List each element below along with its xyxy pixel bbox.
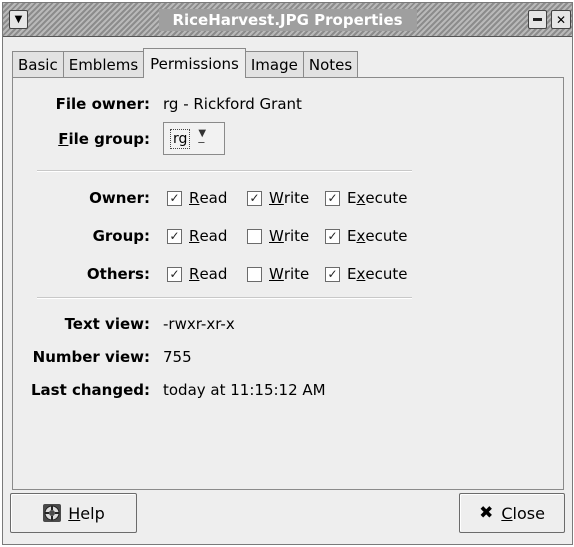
owner-execute-checkbox[interactable]: ✓ Ex ecute [325,189,407,207]
mnemonic: W [269,265,284,283]
checkbox-label: rite [283,189,310,207]
number-view-value: 755 [163,348,192,366]
mnemonic: H [68,503,81,523]
tab-bar: Basic Emblems Permissions Image Notes [12,48,359,78]
tab-label: Image [250,56,298,74]
checkbox-label: rite [283,265,310,283]
checkmark-icon: ✓ [325,228,340,244]
help-button[interactable]: Help [10,493,137,533]
tab-label: Basic [18,56,58,74]
last-changed-label: Last changed: [30,381,150,399]
owner-write-checkbox[interactable]: ✓ Write [247,189,309,207]
tab-emblems[interactable]: Emblems [62,51,145,78]
checkbox-empty [247,228,262,244]
checkmark-icon: ✓ [325,190,340,206]
window-title: RiceHarvest.JPG Properties [158,9,417,31]
owner-read-checkbox[interactable]: ✓ Read [167,189,227,207]
checkbox-label: E [347,227,357,245]
chevron-down-icon: ▼ [14,13,23,25]
checkmark-icon: ✓ [167,228,182,244]
mnemonic: R [189,189,200,207]
properties-window: ▼ RiceHarvest.JPG Properties ✕ Basic Emb… [2,2,573,545]
label-rest: ile group: [68,130,150,148]
title-bar[interactable]: ▼ RiceHarvest.JPG Properties ✕ [3,3,572,37]
mnemonic: R [189,227,200,245]
others-read-checkbox[interactable]: ✓ Read [167,265,227,283]
checkbox-label: ead [199,227,228,245]
window-menu-button[interactable]: ▼ [9,10,28,29]
tab-image[interactable]: Image [244,51,304,78]
others-write-checkbox[interactable]: Write [247,265,309,283]
minimize-button[interactable] [528,10,547,29]
separator [37,170,412,172]
mnemonic: C [501,503,513,523]
tab-permissions[interactable]: Permissions [143,48,246,78]
tab-basic[interactable]: Basic [12,51,64,78]
help-lifebuoy-icon [42,503,62,523]
checkmark-icon: ✓ [167,190,182,206]
mnemonic: x [356,189,366,207]
checkbox-label: ead [199,265,228,283]
file-group-value: rg [170,128,191,149]
file-owner-label: File owner: [55,95,150,113]
file-group-select[interactable]: rg ▼ ─ [163,122,225,155]
help-label: elp [80,503,105,523]
checkbox-label: E [347,189,357,207]
close-window-button[interactable]: ✕ [551,10,571,29]
tab-label: Permissions [150,54,239,73]
mnemonic: W [269,189,284,207]
checkbox-label: rite [283,227,310,245]
group-write-checkbox[interactable]: Write [247,227,309,245]
mnemonic: W [269,227,284,245]
tab-label: Notes [308,56,353,74]
mnemonic: R [189,265,200,283]
file-owner-value: rg - Rickford Grant [163,95,302,113]
text-view-label: Text view: [64,315,150,333]
checkmark-icon: ✓ [325,266,340,282]
checkbox-empty [247,266,262,282]
checkmark-icon: ✓ [167,266,182,282]
last-changed-value: today at 11:15:12 AM [163,381,326,399]
close-label: lose [512,503,545,523]
owner-label: Owner: [89,189,150,207]
file-group-label: File group: [58,130,150,148]
minimize-icon [533,18,542,21]
checkbox-label: ecute [365,189,408,207]
checkbox-label: ecute [365,265,408,283]
close-button[interactable]: ✖ Close [459,493,565,533]
close-icon: ✕ [555,12,567,27]
text-view-value: -rwxr-xr-x [163,315,235,333]
checkbox-label: ecute [365,227,408,245]
permissions-panel: File owner: rg - Rickford Grant File gro… [12,77,564,490]
chevron-down-icon: ▼ ─ [198,127,207,149]
checkbox-label: E [347,265,357,283]
group-read-checkbox[interactable]: ✓ Read [167,227,227,245]
tab-label: Emblems [68,56,139,74]
tab-notes[interactable]: Notes [302,51,359,78]
others-label: Others: [86,265,150,283]
group-execute-checkbox[interactable]: ✓ Ex ecute [325,227,407,245]
checkmark-icon: ✓ [247,190,262,206]
close-icon: ✖ [479,503,494,523]
others-execute-checkbox[interactable]: ✓ Ex ecute [325,265,407,283]
number-view-label: Number view: [32,348,150,366]
checkbox-label: ead [199,189,228,207]
separator [37,297,412,299]
mnemonic: x [356,265,366,283]
group-label: Group: [92,227,150,245]
mnemonic: x [356,227,366,245]
mnemonic: F [58,130,69,148]
